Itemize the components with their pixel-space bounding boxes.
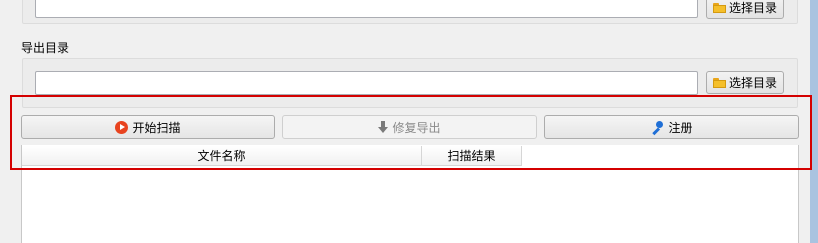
export-directory-label: 导出目录 xyxy=(21,41,70,55)
source-directory-input[interactable] xyxy=(35,0,698,18)
source-browse-label: 选择目录 xyxy=(728,1,777,15)
folder-icon xyxy=(712,77,726,88)
source-browse-button[interactable]: 选择目录 xyxy=(706,0,784,19)
export-directory-input[interactable] xyxy=(35,71,698,95)
export-browse-button[interactable]: 选择目录 xyxy=(706,71,784,94)
export-browse-label: 选择目录 xyxy=(728,76,777,90)
highlight-frame xyxy=(10,95,812,170)
folder-icon xyxy=(712,2,726,13)
